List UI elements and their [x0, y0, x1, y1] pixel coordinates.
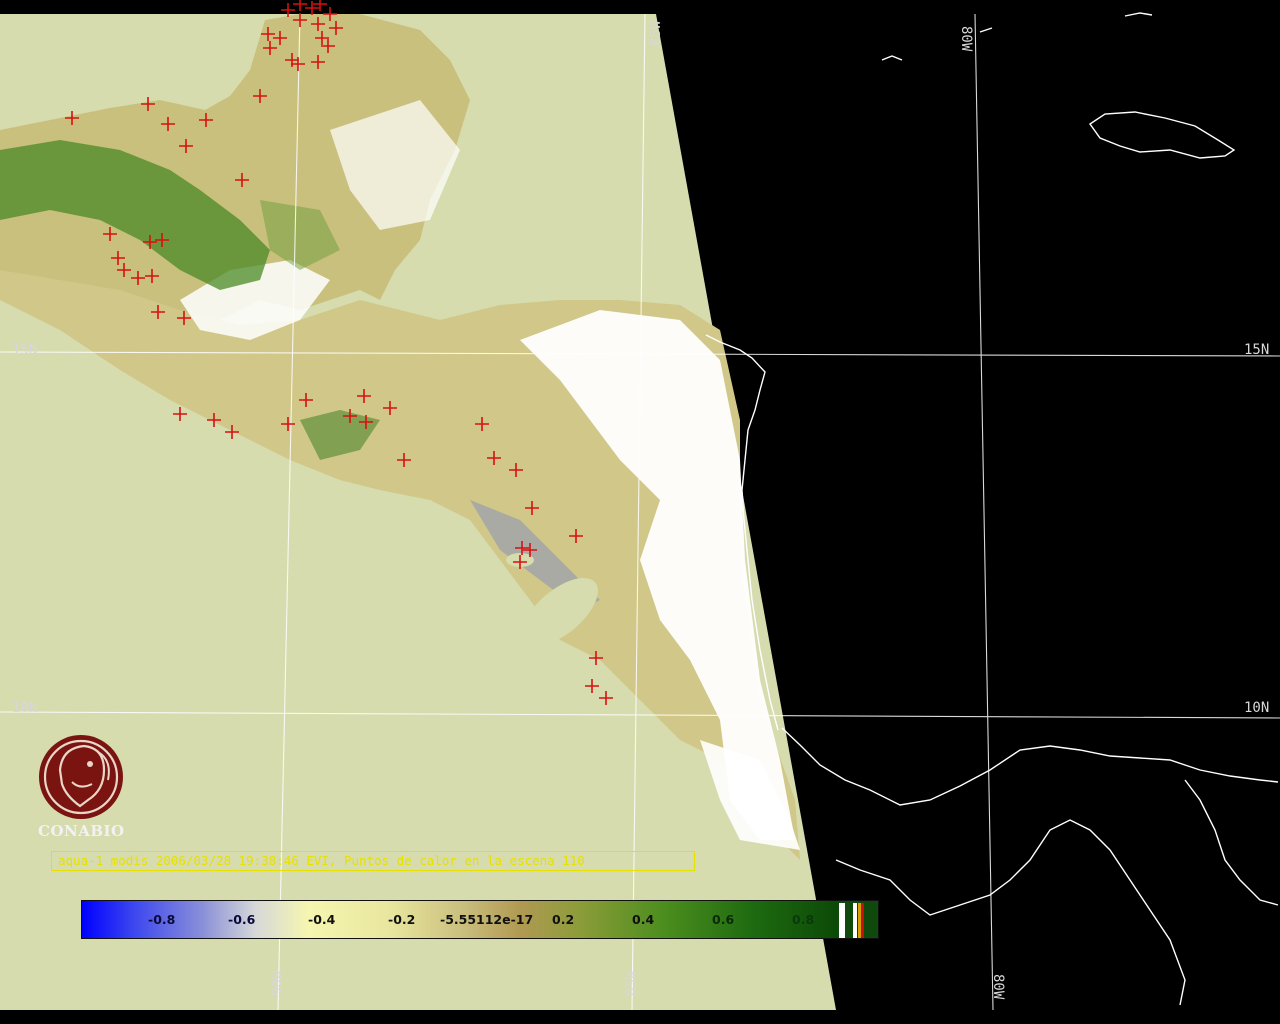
grid-label-90w-bottom: 90W [270, 970, 286, 996]
colorbar-tick: -5.55112e-17 [440, 912, 534, 927]
coastline-jamaica [1089, 111, 1236, 159]
conabio-logo-text: CONABIO [38, 822, 125, 840]
grid-label-85w-top: 85W [648, 20, 664, 46]
evi-colorbar: -0.8 -0.6 -0.4 -0.2 -5.55112e-17 0.2 0.4… [81, 900, 879, 939]
island-small-1 [979, 27, 993, 33]
colorbar-tick: 0.6 [712, 912, 735, 927]
island-cayman [881, 55, 903, 61]
colorbar-tick: -0.2 [388, 912, 416, 927]
colorbar-tick: 0.8 [792, 912, 815, 927]
grid-label-80w-top: 80W [958, 26, 974, 52]
colorbar-tick: 0.2 [552, 912, 575, 927]
colorbar-tick: -0.4 [308, 912, 336, 927]
colorbar-tick: -0.6 [228, 912, 256, 927]
coastline-panama [781, 727, 1279, 806]
fire-marker-icon [305, 1, 319, 15]
grid-label-15n-left: 15N [12, 342, 37, 358]
colorbar-tick: 0.4 [632, 912, 655, 927]
fire-marker-icon [293, 0, 307, 11]
colorbar-tail [837, 901, 878, 938]
grid-label-85w-bottom: 85W [624, 970, 640, 996]
grid-label-15n-right: 15N [1244, 342, 1269, 358]
scene-caption: aqua-1 modis 2006/03/28 19:38:46 EVI, Pu… [51, 851, 695, 871]
conabio-logo-icon [39, 735, 123, 819]
colorbar-tick: -0.8 [148, 912, 176, 927]
grid-label-80w-bottom: 80W [990, 974, 1006, 1000]
coastline-panama-south [835, 819, 1186, 1006]
grid-label-10n-left: 10N [12, 700, 37, 716]
coastline-colombia [1184, 779, 1279, 906]
fire-marker-icon [313, 0, 327, 11]
map-canvas: 90W 85W 85W 80W 80W 15N 15N 10N 10N CONA… [0, 0, 1280, 1024]
island-top-right [1124, 12, 1153, 17]
grid-label-10n-right: 10N [1244, 700, 1269, 716]
